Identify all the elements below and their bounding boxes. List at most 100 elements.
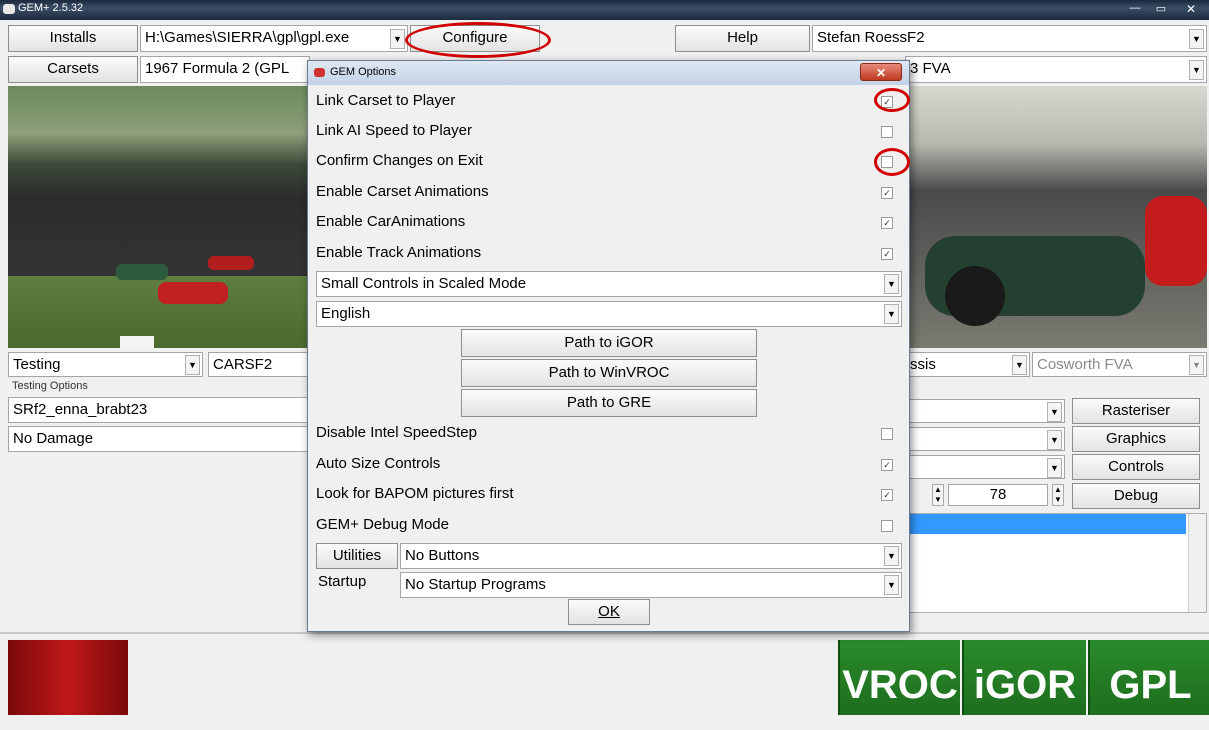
spinner-up-down-icon[interactable]: ▲ ▼ <box>932 484 944 506</box>
window-title: GEM+ 2.5.32 <box>18 2 84 14</box>
option-row[interactable]: Enable Carset Animations ✓ <box>316 178 901 206</box>
photo-car-red <box>158 282 228 304</box>
checkbox[interactable]: ✓ <box>881 248 893 260</box>
option-label: Enable Track Animations <box>316 244 482 261</box>
configure-highlight-ring <box>405 22 551 58</box>
checkbox[interactable]: ✓ <box>881 187 893 199</box>
chevron-down-icon[interactable]: ▼ <box>1047 430 1062 450</box>
player-value: Stefan RoessF2 <box>817 29 925 46</box>
carset-select[interactable]: 1967 Formula 2 (GPL <box>140 56 310 83</box>
checkbox[interactable]: ✓ <box>881 459 893 471</box>
option-label: Link AI Speed to Player <box>316 122 472 139</box>
player-select[interactable]: Stefan RoessF2 ▼ <box>812 25 1207 52</box>
dialog-close-button[interactable]: ✕ <box>860 63 902 81</box>
app-icon <box>3 4 15 14</box>
chassis-select[interactable]: ssis ▼ <box>905 352 1030 377</box>
option-row[interactable]: Confirm Changes on Exit <box>316 147 901 175</box>
option-row[interactable]: Enable CarAnimations ✓ <box>316 208 901 236</box>
chevron-down-icon[interactable]: ▼ <box>1047 458 1062 478</box>
checkbox[interactable] <box>881 520 893 532</box>
window-titlebar: GEM+ 2.5.32 — ▭ ✕ <box>0 0 1209 20</box>
engine-value: Cosworth FVA <box>1037 356 1133 373</box>
language-select[interactable]: English ▼ <box>316 301 902 327</box>
testing-options-label: Testing Options <box>12 380 88 392</box>
option-row[interactable]: Disable Intel SpeedStep <box>316 419 901 447</box>
chevron-down-icon[interactable]: ▼ <box>1189 355 1204 375</box>
carsf2-value: CARSF2 <box>213 356 273 373</box>
photo-wheel <box>945 266 1005 326</box>
graphics-button[interactable]: Graphics <box>1072 426 1200 452</box>
chevron-down-icon[interactable]: ▼ <box>1189 29 1204 49</box>
scaled-mode-select[interactable]: Small Controls in Scaled Mode ▼ <box>316 271 902 297</box>
startup-select[interactable]: No Startup Programs ▼ <box>400 572 902 598</box>
carsf2-select[interactable]: CARSF2 <box>208 352 308 377</box>
gpl-button[interactable]: GPL <box>1088 640 1209 715</box>
chevron-down-icon[interactable]: ▼ <box>185 355 200 375</box>
chevron-down-icon[interactable]: ▼ <box>884 575 899 595</box>
chevron-down-icon[interactable]: ▼ <box>884 274 899 294</box>
carsets-button[interactable]: Carsets <box>8 56 138 83</box>
igor-button[interactable]: iGOR <box>962 640 1086 715</box>
utilities-button[interactable]: Utilities <box>316 543 398 569</box>
engine-select[interactable]: Cosworth FVA ▼ <box>1032 352 1207 377</box>
app-icon <box>314 68 325 77</box>
option-label: Enable CarAnimations <box>316 213 466 230</box>
number-field[interactable]: 78 <box>948 484 1048 506</box>
ok-button[interactable]: OK <box>568 599 650 625</box>
selected-list-row[interactable] <box>906 514 1186 534</box>
number-value: 78 <box>989 486 1007 503</box>
bottom-divider <box>0 632 1209 634</box>
track-value: SRf2_enna_brabt23 <box>13 401 148 418</box>
option-row[interactable]: Link AI Speed to Player <box>316 117 901 145</box>
maximize-button[interactable]: ▭ <box>1150 2 1172 16</box>
utilities-value: No Buttons <box>405 547 480 564</box>
checkbox[interactable]: ✓ <box>881 489 893 501</box>
log-list[interactable] <box>905 513 1207 613</box>
option-row[interactable]: Enable Track Animations ✓ <box>316 239 901 267</box>
track-select[interactable]: SRf2_enna_brabt23 <box>8 397 308 423</box>
chevron-down-icon[interactable]: ▼ <box>1012 355 1027 375</box>
minimize-button[interactable]: — <box>1124 2 1146 16</box>
chevron-down-icon[interactable]: ▼ <box>884 304 899 324</box>
option-row[interactable]: GEM+ Debug Mode <box>316 511 901 539</box>
photo-car-green <box>116 264 168 280</box>
chevron-down-icon[interactable]: ▼ <box>1189 60 1204 80</box>
path-winvroc-button[interactable]: Path to WinVROC <box>461 359 757 387</box>
option-label: GEM+ Debug Mode <box>316 516 449 533</box>
rasteriser-button[interactable]: Rasteriser <box>1072 398 1200 424</box>
option-row[interactable]: Look for BAPOM pictures first ✓ <box>316 480 901 508</box>
engine-select-top[interactable]: 3 FVA ▼ <box>905 56 1207 83</box>
install-path-select[interactable]: H:\Games\SIERRA\gpl\gpl.exe ▼ <box>140 25 408 52</box>
installs-button[interactable]: Installs <box>8 25 138 52</box>
utilities-select[interactable]: No Buttons ▼ <box>400 543 902 569</box>
debug-button[interactable]: Debug <box>1072 483 1200 509</box>
option-label: Auto Size Controls <box>316 455 441 472</box>
list-scrollbar[interactable] <box>1188 514 1206 612</box>
option-select-1[interactable]: ▼ <box>905 399 1065 423</box>
option-row[interactable]: Auto Size Controls ✓ <box>316 450 901 478</box>
checkbox[interactable] <box>881 428 893 440</box>
controls-button[interactable]: Controls <box>1072 454 1200 480</box>
engine-top-value: 3 FVA <box>910 60 951 77</box>
option-label: Disable Intel SpeedStep <box>316 424 477 441</box>
option-select-2[interactable]: ▼ <box>905 427 1065 451</box>
path-igor-button[interactable]: Path to iGOR <box>461 329 757 357</box>
photo-person <box>120 336 154 348</box>
close-button[interactable]: ✕ <box>1176 2 1206 16</box>
checkbox[interactable]: ✓ <box>881 217 893 229</box>
vroc-button[interactable]: VROC <box>838 640 960 715</box>
chevron-down-icon[interactable]: ▼ <box>884 546 899 566</box>
spinner-up-down-icon[interactable]: ▲ ▼ <box>1052 484 1064 506</box>
chevron-down-icon[interactable]: ▼ <box>390 29 405 49</box>
chevron-down-icon[interactable]: ▼ <box>1047 402 1062 422</box>
damage-value: No Damage <box>13 430 94 447</box>
checkbox[interactable] <box>881 126 893 138</box>
option-select-3[interactable]: ▼ <box>905 455 1065 479</box>
path-gre-button[interactable]: Path to GRE <box>461 389 757 417</box>
checkbox-highlight-ring <box>874 88 910 112</box>
help-button[interactable]: Help <box>675 25 810 52</box>
damage-select[interactable]: No Damage <box>8 426 308 452</box>
carset-value: 1967 Formula 2 (GPL <box>145 60 290 77</box>
option-row[interactable]: Link Carset to Player ✓ <box>316 87 901 115</box>
mode-select[interactable]: Testing ▼ <box>8 352 203 377</box>
